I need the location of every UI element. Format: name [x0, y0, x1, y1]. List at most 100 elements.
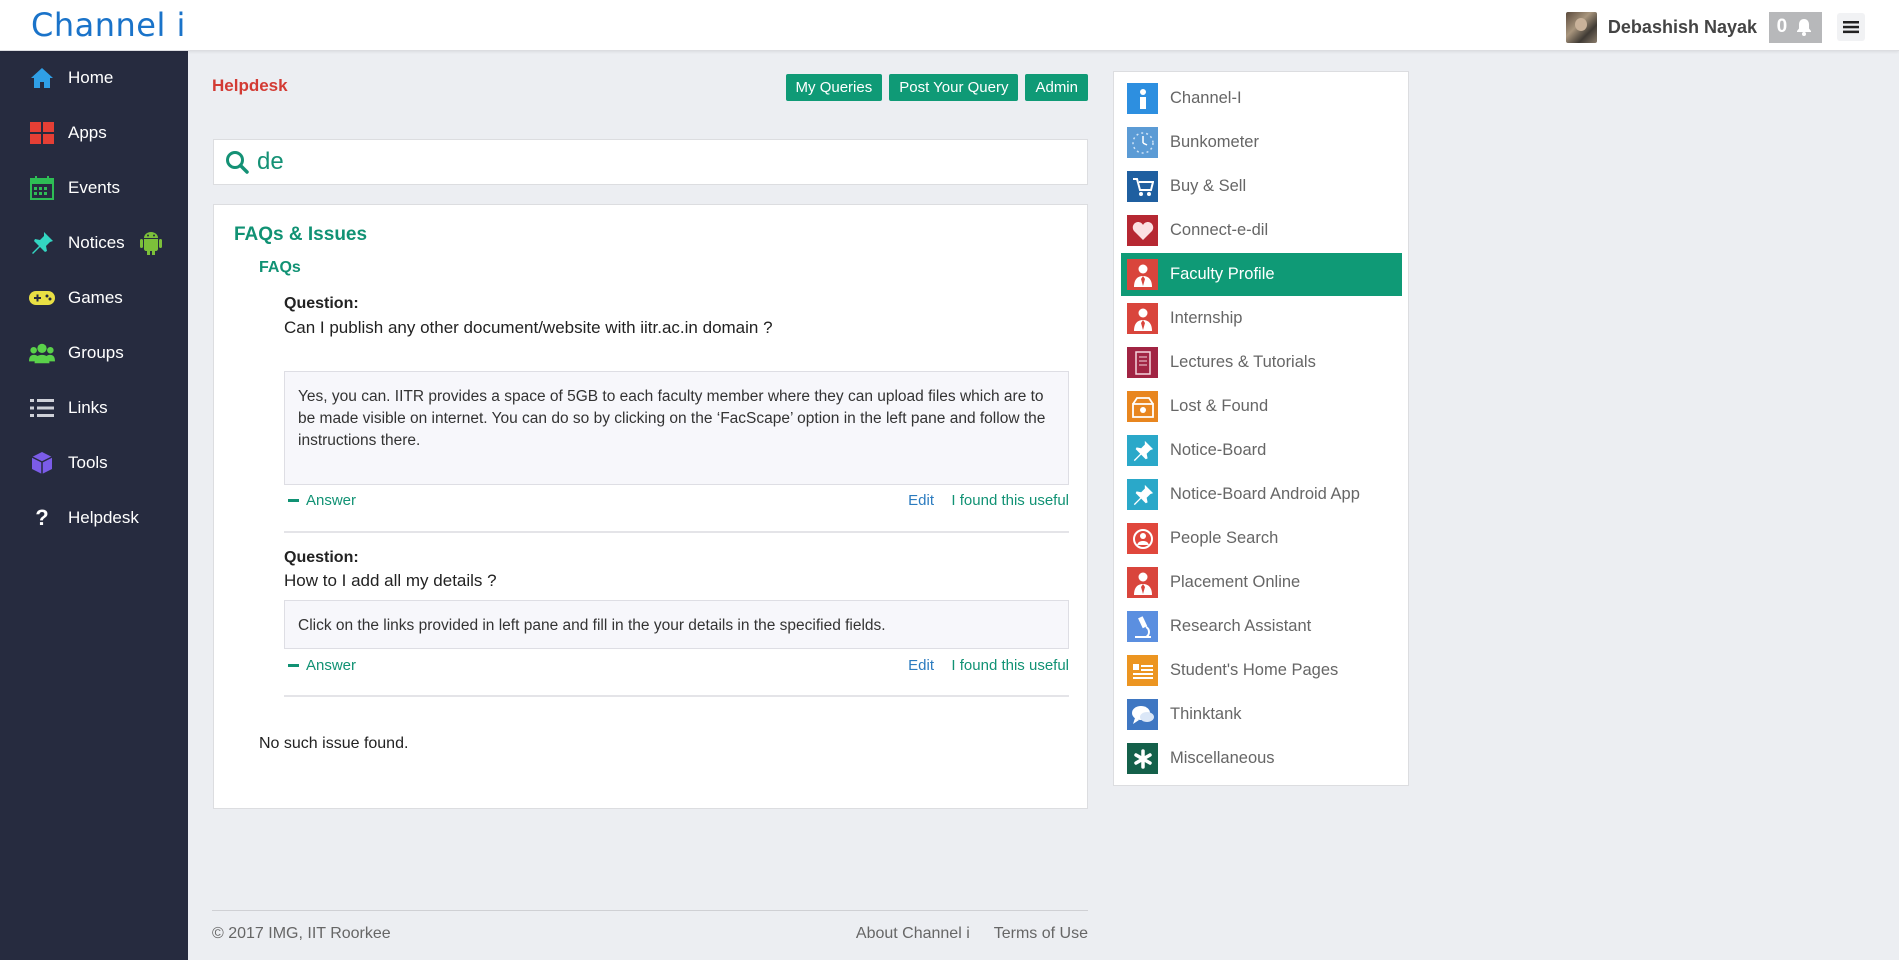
sidebar-item-tools[interactable]: Tools [0, 438, 188, 488]
sidebar-item-games[interactable]: Games [0, 273, 188, 323]
person-search-icon [1127, 523, 1158, 554]
user-area: Debashish Nayak 0 [1565, 11, 1865, 43]
answer-box: Click on the links provided in left pane… [284, 600, 1069, 649]
post-query-button[interactable]: Post Your Query [889, 74, 1019, 101]
sidebar-item-helpdesk[interactable]: ? Helpdesk [0, 493, 188, 543]
question-text: Can I publish any other document/website… [284, 318, 773, 337]
app-label: Student's Home Pages [1170, 661, 1339, 679]
question-label: Question: [284, 295, 359, 312]
app-label: Faculty Profile [1170, 265, 1275, 283]
faq-subheading: FAQs [259, 259, 301, 276]
useful-link[interactable]: I found this useful [951, 492, 1069, 509]
app-item-lost-found[interactable]: Lost & Found [1121, 385, 1402, 428]
search-input[interactable]: de [213, 139, 1088, 185]
app-item-channel-i[interactable]: Channel-I [1121, 77, 1402, 120]
box-icon [1127, 391, 1158, 422]
sidebar-item-label: Apps [68, 123, 107, 142]
copyright: © 2017 IMG, IIT Roorkee [212, 925, 391, 942]
sidebar-item-groups[interactable]: Groups [0, 328, 188, 378]
sidebar-item-events[interactable]: Events [0, 163, 188, 213]
heart-icon [1127, 215, 1158, 246]
answer-toggle-label: Answer [306, 657, 357, 674]
answer-toggle[interactable]: Answer [288, 657, 356, 674]
home-icon [29, 65, 55, 91]
divider [284, 531, 1069, 533]
edit-link[interactable]: Edit [908, 492, 934, 509]
app-label: People Search [1170, 529, 1279, 547]
app-label: Internship [1170, 309, 1243, 327]
search-value: de [257, 148, 284, 175]
sidebar-item-apps[interactable]: Apps [0, 108, 188, 158]
menu-button[interactable] [1837, 13, 1865, 41]
app-item-thinktank[interactable]: Thinktank [1121, 693, 1402, 736]
avatar[interactable] [1565, 11, 1597, 43]
faq-heading: FAQs & Issues [234, 224, 368, 245]
answer-box: Yes, you can. IITR provides a space of 5… [284, 371, 1069, 485]
pin-icon [1127, 435, 1158, 466]
apps-list: Channel-I Bunkometer Buy & Sell Connect-… [1113, 71, 1409, 786]
app-item-buy-sell[interactable]: Buy & Sell [1121, 165, 1402, 208]
terms-link[interactable]: Terms of Use [994, 925, 1088, 943]
app-item-connect-e-dil[interactable]: Connect-e-dil [1121, 209, 1402, 252]
app-item-lectures-tutorials[interactable]: Lectures & Tutorials [1121, 341, 1402, 384]
app-item-research-assistant[interactable]: Research Assistant [1121, 605, 1402, 648]
notification-count: 0 [1776, 16, 1788, 37]
brand-logo[interactable]: Channel i [31, 6, 186, 44]
chat-icon [1127, 699, 1158, 730]
faq-panel: FAQs & Issues FAQs Question: Can I publi… [213, 204, 1088, 809]
question-label: Question: [284, 549, 359, 566]
app-item-people-search[interactable]: People Search [1121, 517, 1402, 560]
page-title: Helpdesk [212, 76, 288, 95]
sidebar-item-notices[interactable]: Notices [0, 218, 188, 268]
app-label: Lectures & Tutorials [1170, 353, 1316, 371]
footer-links: About Channel i Terms of Use [856, 925, 1088, 943]
useful-link[interactable]: I found this useful [951, 657, 1069, 674]
sidebar-item-links[interactable]: Links [0, 383, 188, 433]
pin-icon [1127, 479, 1158, 510]
app-item-notice-board[interactable]: Notice-Board [1121, 429, 1402, 472]
no-issue-message: No such issue found. [259, 735, 409, 752]
app-label: Bunkometer [1170, 133, 1259, 151]
my-queries-button[interactable]: My Queries [785, 74, 883, 101]
apps-grid-icon [29, 120, 55, 146]
user-name[interactable]: Debashish Nayak [1608, 17, 1757, 38]
footer-divider [212, 910, 1088, 911]
bell-icon [1797, 19, 1812, 36]
app-item-notice-board-android[interactable]: Notice-Board Android App [1121, 473, 1402, 516]
app-item-miscellaneous[interactable]: Miscellaneous [1121, 737, 1402, 780]
sidebar-item-home[interactable]: Home [0, 53, 188, 103]
notifications-button[interactable]: 0 [1769, 11, 1822, 43]
action-buttons: My Queries Post Your Query Admin [785, 74, 1088, 101]
clock-icon [1127, 127, 1158, 158]
sidebar: Home Apps Events Notices Games Groups Li… [0, 51, 188, 960]
search-icon [226, 151, 249, 174]
app-label: Buy & Sell [1170, 177, 1247, 195]
app-label: Research Assistant [1170, 617, 1312, 635]
microscope-icon [1127, 611, 1158, 642]
app-item-internship[interactable]: Internship [1121, 297, 1402, 340]
about-link[interactable]: About Channel i [856, 925, 970, 943]
person-tie-icon [1127, 303, 1158, 334]
app-label: Notice-Board Android App [1170, 485, 1360, 503]
asterisk-icon [1127, 743, 1158, 774]
app-item-placement-online[interactable]: Placement Online [1121, 561, 1402, 604]
sidebar-item-label: Home [68, 68, 114, 87]
cart-icon [1127, 171, 1158, 202]
calendar-icon [29, 175, 55, 201]
list-icon [29, 395, 55, 421]
pin-icon [29, 230, 55, 256]
android-icon[interactable] [139, 230, 163, 256]
question-icon: ? [35, 505, 49, 530]
hamburger-icon [1843, 21, 1859, 34]
app-item-student-home-pages[interactable]: Student's Home Pages [1121, 649, 1402, 692]
cube-icon [29, 450, 55, 476]
person-tie-icon [1127, 259, 1158, 290]
app-label: Thinktank [1170, 705, 1242, 723]
edit-link[interactable]: Edit [908, 657, 934, 674]
admin-button[interactable]: Admin [1025, 74, 1088, 101]
channel-i-icon [1127, 83, 1158, 114]
app-item-bunkometer[interactable]: Bunkometer [1121, 121, 1402, 164]
answer-toggle[interactable]: Answer [288, 492, 356, 509]
app-item-faculty-profile[interactable]: Faculty Profile [1121, 253, 1402, 296]
sidebar-item-label: Helpdesk [68, 508, 139, 527]
